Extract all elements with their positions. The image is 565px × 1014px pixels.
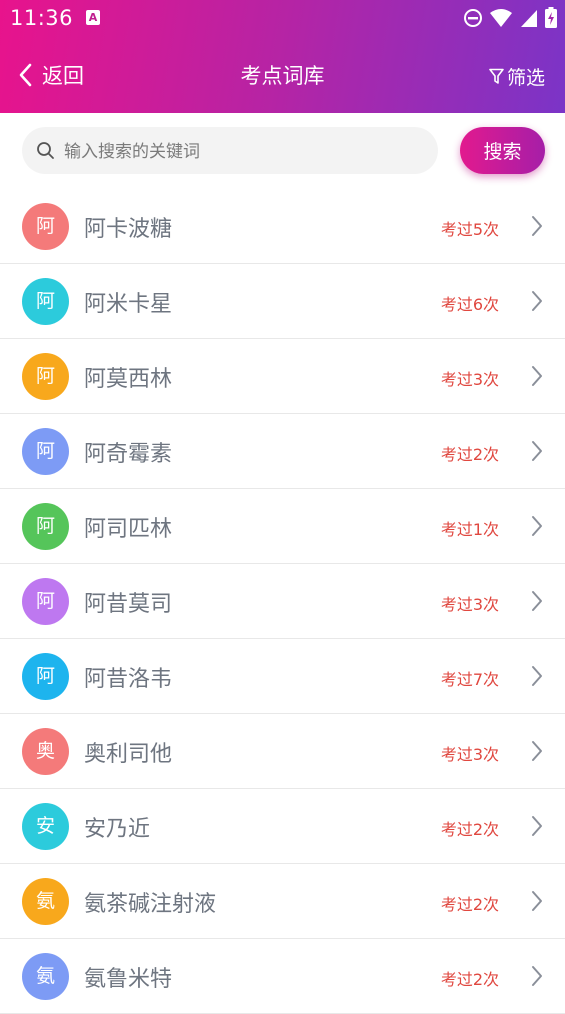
cell-signal-icon <box>521 9 537 27</box>
chevron-left-icon <box>19 63 32 87</box>
filter-button[interactable]: 筛选 <box>489 63 545 90</box>
chevron-right-icon <box>532 591 542 611</box>
list-item[interactable]: 阿阿米卡星 考过6次 <box>0 264 565 339</box>
avatar: 阿 <box>22 653 69 700</box>
list-item[interactable]: 阿阿莫西林 考过3次 <box>0 339 565 414</box>
chevron-right-icon <box>532 441 542 461</box>
term-name: 安乃近 <box>84 817 151 842</box>
exam-count: 考过2次 <box>440 970 499 989</box>
chevron-right-icon <box>532 366 542 386</box>
status-icons <box>463 7 557 28</box>
avatar: 阿 <box>22 353 69 400</box>
chevron-right-icon <box>532 291 542 311</box>
chevron-right-icon <box>532 966 542 986</box>
back-label: 返回 <box>42 64 84 88</box>
search-icon <box>37 142 54 159</box>
avatar: 安 <box>22 803 69 850</box>
do-not-disturb-icon <box>464 8 482 27</box>
list-item[interactable]: 阿阿昔莫司 考过3次 <box>0 564 565 639</box>
term-name: 氨茶碱注射液 <box>84 892 217 917</box>
avatar: 氨 <box>22 878 69 925</box>
wifi-icon <box>490 8 512 27</box>
app-header: 11:36 A 返回 考点词库 筛选 <box>0 0 565 113</box>
search-input[interactable] <box>62 127 426 176</box>
list-item[interactable]: 安安乃近 考过2次 <box>0 789 565 864</box>
list-item[interactable]: 阿阿卡波糖 考过5次 <box>0 189 565 264</box>
status-bar: 11:36 A <box>0 0 565 38</box>
notification-a-icon: A <box>86 10 100 25</box>
chevron-right-icon <box>532 516 542 536</box>
avatar: 氨 <box>22 953 69 1000</box>
chevron-right-icon <box>532 216 542 236</box>
search-box[interactable] <box>22 127 438 176</box>
exam-count: 考过1次 <box>440 520 499 539</box>
list-item[interactable]: 氨氨茶碱注射液 考过2次 <box>0 864 565 939</box>
term-name: 阿昔莫司 <box>84 592 173 617</box>
chevron-right-icon <box>532 891 542 911</box>
search-bar: 搜索 <box>0 113 565 189</box>
exam-count: 考过2次 <box>440 820 499 839</box>
exam-count: 考过3次 <box>440 745 499 764</box>
avatar: 阿 <box>22 203 69 250</box>
chevron-right-icon <box>532 741 542 761</box>
term-name: 奥利司他 <box>84 742 173 767</box>
term-list: 阿阿卡波糖 考过5次阿阿米卡星 考过6次阿阿莫西林 考过3次阿阿奇霉素 考过2次阿阿司匹… <box>0 189 565 1014</box>
exam-count: 考过3次 <box>440 370 499 389</box>
exam-count: 考过2次 <box>440 445 499 464</box>
list-item[interactable]: 奥奥利司他 考过3次 <box>0 714 565 789</box>
term-name: 阿昔洛韦 <box>84 667 173 692</box>
avatar: 奥 <box>22 728 69 775</box>
term-name: 阿莫西林 <box>84 367 173 392</box>
term-name: 阿米卡星 <box>84 292 173 317</box>
battery-icon <box>545 7 557 28</box>
list-item[interactable]: 阿阿司匹林 考过1次 <box>0 489 565 564</box>
filter-label: 筛选 <box>506 67 545 89</box>
nav-bar: 返回 考点词库 筛选 <box>0 46 565 104</box>
back-button[interactable]: 返回 <box>18 60 84 90</box>
exam-count: 考过5次 <box>440 220 499 239</box>
list-item[interactable]: 阿阿昔洛韦 考过7次 <box>0 639 565 714</box>
exam-count: 考过2次 <box>440 895 499 914</box>
list-item[interactable]: 阿阿奇霉素 考过2次 <box>0 414 565 489</box>
avatar: 阿 <box>22 428 69 475</box>
chevron-right-icon <box>532 666 542 686</box>
term-name: 阿司匹林 <box>84 517 173 542</box>
exam-count: 考过7次 <box>440 670 499 689</box>
search-button[interactable]: 搜索 <box>460 127 545 174</box>
term-name: 氨鲁米特 <box>84 967 173 992</box>
avatar: 阿 <box>22 503 69 550</box>
page-title: 考点词库 <box>240 64 325 88</box>
filter-icon <box>489 68 504 84</box>
term-name: 阿奇霉素 <box>84 442 173 467</box>
exam-count: 考过6次 <box>440 295 499 314</box>
avatar: 阿 <box>22 278 69 325</box>
list-item[interactable]: 氨氨鲁米特 考过2次 <box>0 939 565 1014</box>
status-time: 11:36 <box>10 6 74 30</box>
term-name: 阿卡波糖 <box>84 217 173 242</box>
exam-count: 考过3次 <box>440 595 499 614</box>
avatar: 阿 <box>22 578 69 625</box>
chevron-right-icon <box>532 816 542 836</box>
